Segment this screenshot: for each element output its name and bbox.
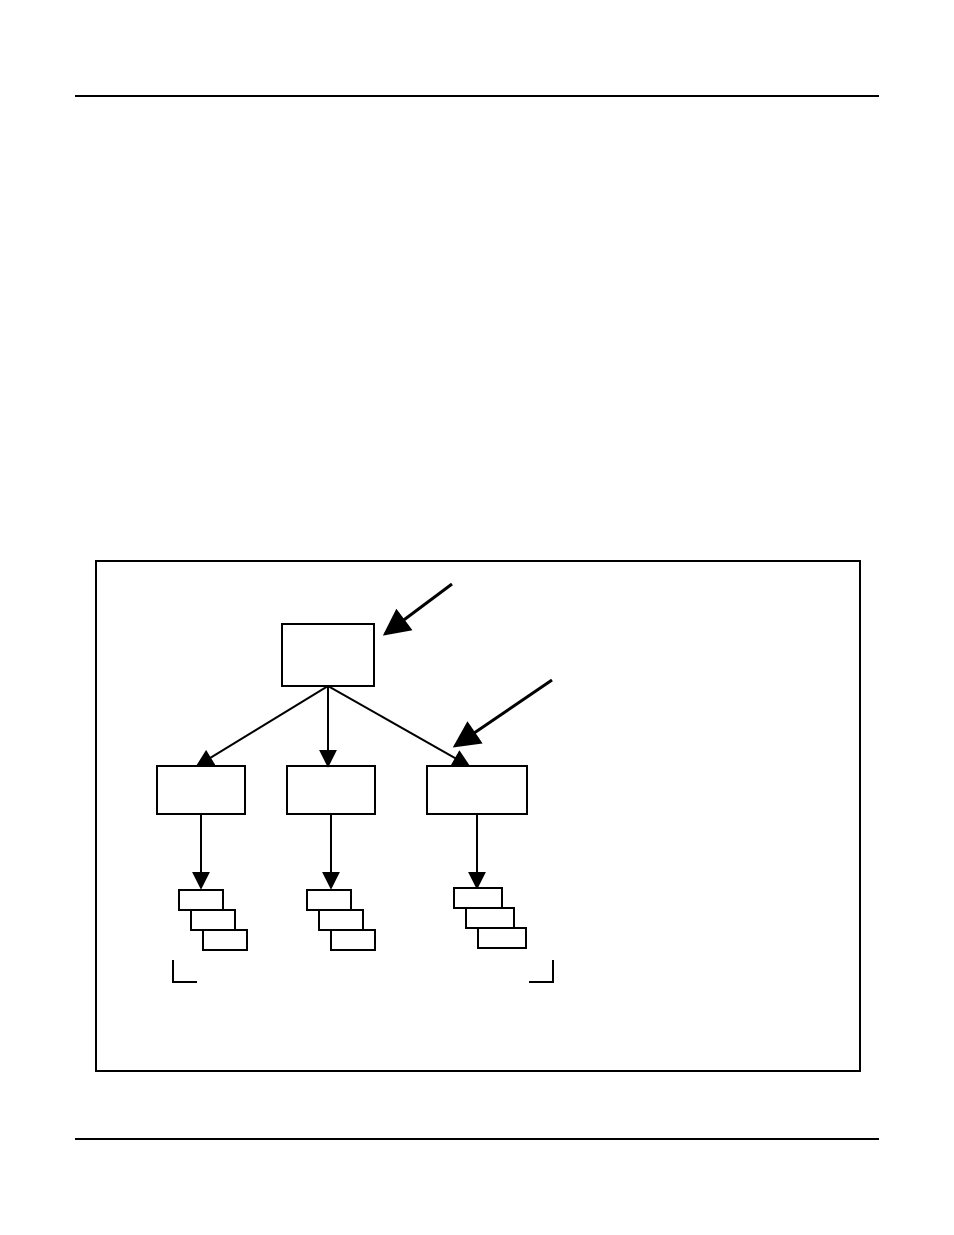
child-node-2 [287, 766, 375, 814]
stack-3 [454, 888, 526, 948]
edge-root-to-right [328, 686, 469, 766]
stack-1 [179, 890, 247, 950]
bracket-right [529, 960, 553, 982]
header-rule [75, 95, 879, 97]
footer-rule [75, 1138, 879, 1140]
branch-callout-arrow [455, 680, 552, 746]
root-callout-arrow [385, 584, 452, 634]
hierarchy-diagram [95, 560, 861, 1072]
edge-root-to-left [197, 686, 328, 766]
child-node-1 [157, 766, 245, 814]
child-node-3 [427, 766, 527, 814]
stack-2 [307, 890, 375, 950]
bracket-left [173, 960, 197, 982]
root-node [282, 624, 374, 686]
